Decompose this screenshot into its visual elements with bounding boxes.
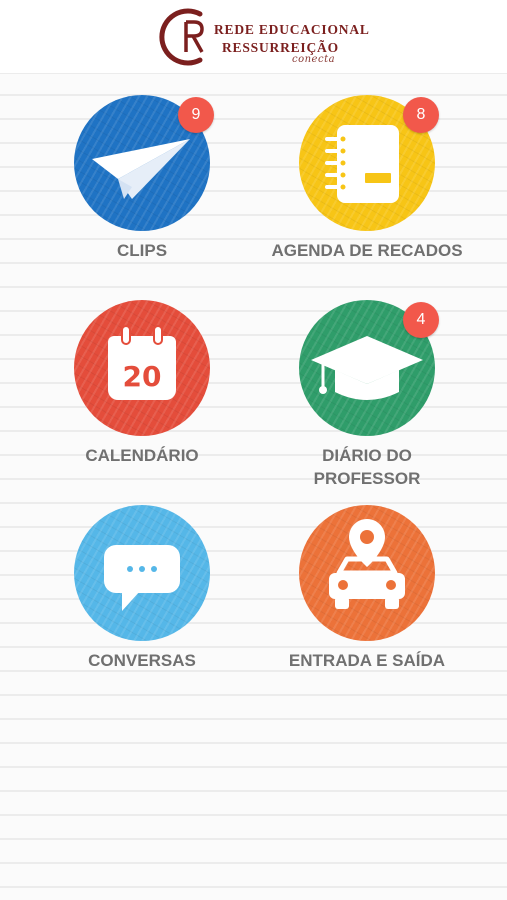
logo-title-line1: REDE EDUCACIONAL [214,22,370,37]
entrada-label: ENTRADA E SAÍDA [288,651,446,670]
menu-item-diario-do-professor[interactable]: 4 DIÁRIO DO PROFESSOR [247,300,487,500]
clips-label: CLIPS [116,241,168,260]
chat-bubble-icon [104,545,180,611]
agenda-label: AGENDA DE RECADOS [271,241,463,260]
agenda-badge: 8 [403,97,439,133]
calendario-circle: 20 [74,300,210,436]
conversas-label: CONVERSAS [88,651,196,670]
calendar-day-number: 20 [123,360,162,393]
diario-label-line1: DIÁRIO DO [322,446,412,465]
logo-tagline: conecta [292,54,336,65]
menu-item-clips[interactable]: 9 CLIPS [22,95,262,295]
calendar-icon: 20 [108,325,176,400]
diario-label: DIÁRIO DO PROFESSOR [247,444,487,490]
entrada-circle [299,505,435,641]
menu-item-agenda-de-recados[interactable]: 8 AGENDA DE RECADOS [247,95,487,295]
menu-item-calendario[interactable]: 20 CALENDÁRIO [22,300,262,500]
car-location-icon [329,519,405,609]
menu-item-entrada-e-saida[interactable]: ENTRADA E SAÍDA [247,505,487,705]
diario-label-line2: PROFESSOR [313,469,421,488]
diario-badge: 4 [403,302,439,338]
menu-item-conversas[interactable]: CONVERSAS [22,505,262,705]
conversas-circle [74,505,210,641]
logo-icon [159,8,204,66]
app-header: REDE EDUCACIONAL RESSURREIÇÃO conecta [0,0,507,74]
clips-badge: 9 [178,97,214,133]
calendario-label: CALENDÁRIO [85,446,199,465]
